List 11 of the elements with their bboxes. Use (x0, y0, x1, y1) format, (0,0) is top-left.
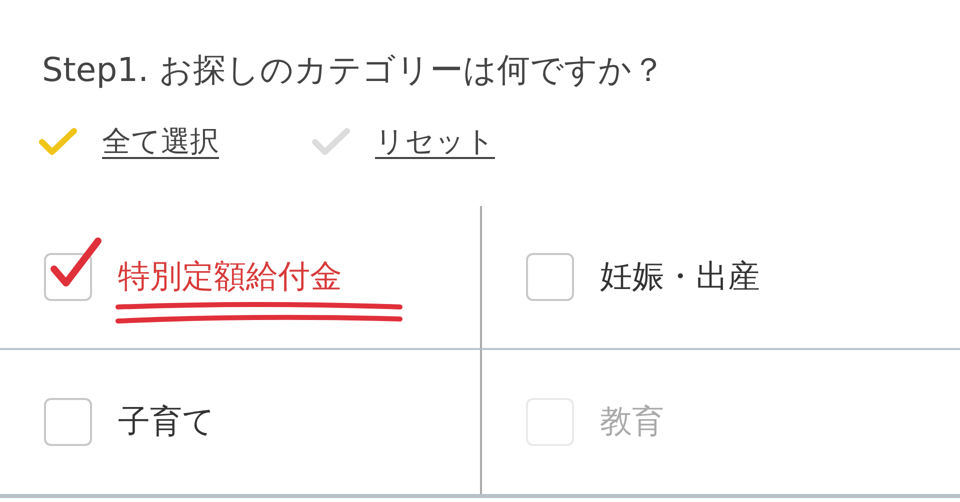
category-label[interactable]: 妊娠・出産 (600, 257, 760, 295)
category-label[interactable]: 特別定額給付金 (118, 257, 342, 295)
select-all-link[interactable]: 全て選択 (102, 122, 219, 162)
reset-link[interactable]: リセット (375, 122, 495, 162)
step-title: Step1. お探しのカテゴリーは何ですか？ (41, 49, 666, 91)
check-icon (38, 126, 78, 158)
checkbox[interactable] (44, 253, 92, 301)
checkbox[interactable] (44, 398, 92, 446)
check-icon (311, 126, 351, 158)
category-label[interactable]: 子育て (118, 402, 215, 440)
checkbox[interactable] (526, 253, 574, 301)
